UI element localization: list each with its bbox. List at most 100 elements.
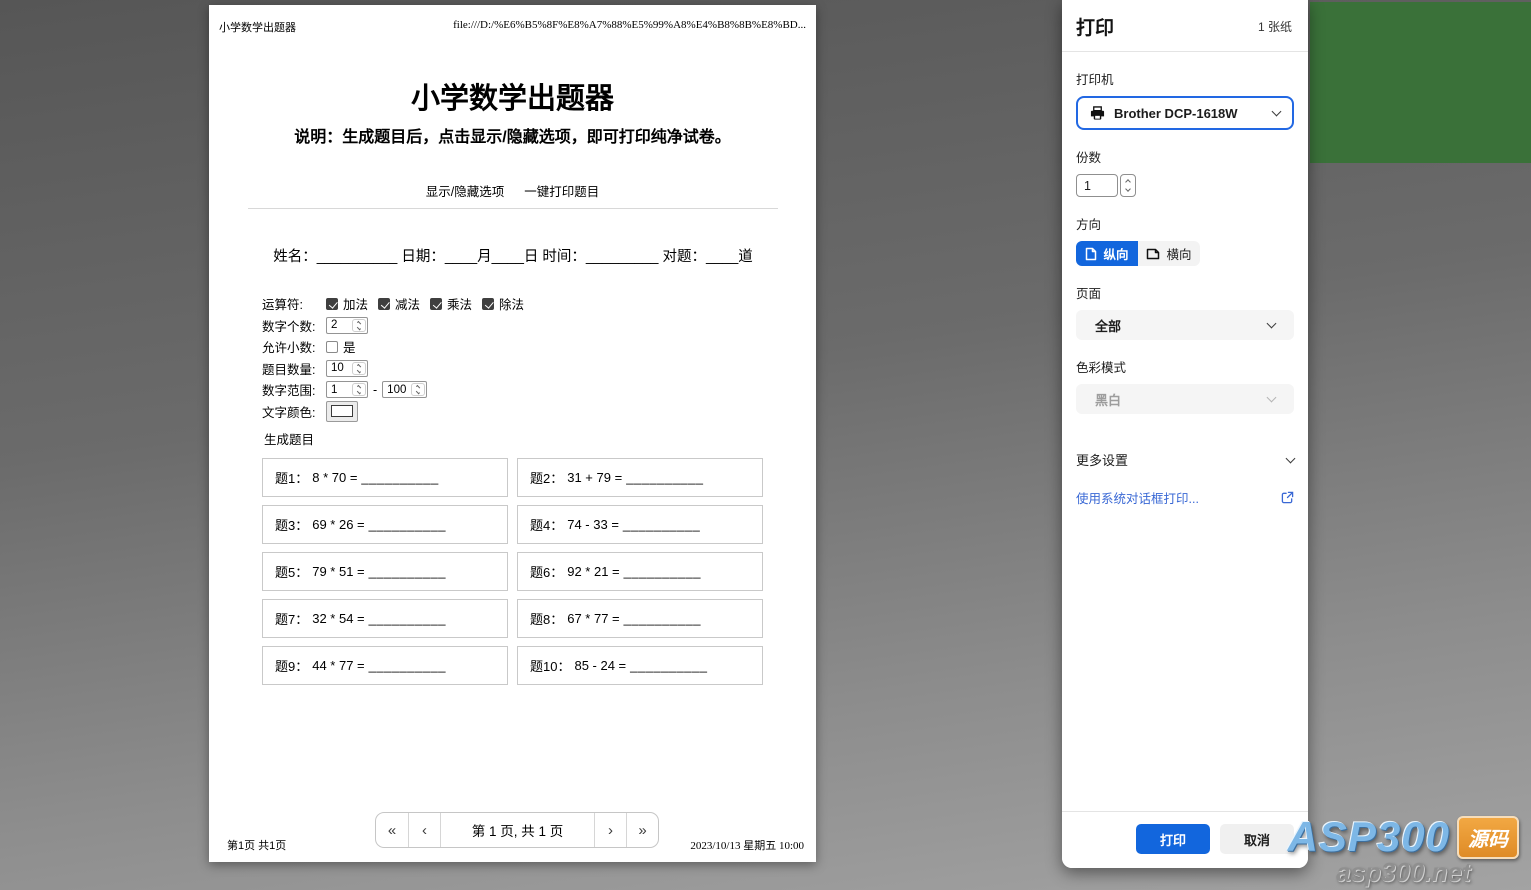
landscape-button[interactable]: 横向 bbox=[1138, 241, 1200, 266]
portrait-label: 纵向 bbox=[1103, 244, 1128, 263]
chevron-down-icon bbox=[1267, 319, 1277, 329]
print-dialog: 打印 1 张纸 打印机 Brother DCP-1618W 份数 1 方向 bbox=[1062, 0, 1308, 868]
print-dialog-title: 打印 bbox=[1076, 13, 1114, 40]
watermark: ASP300 源码 asp300.net bbox=[1288, 813, 1519, 888]
system-dialog-link[interactable]: 使用系统对话框打印... bbox=[1076, 488, 1294, 507]
question-count-label: 题目数量: bbox=[262, 359, 320, 378]
problem-item: 题10： 85 - 24 = __________ bbox=[517, 646, 763, 685]
answer-blank: __________ bbox=[369, 658, 446, 673]
color-mode-dropdown: 黑白 bbox=[1076, 384, 1294, 414]
landscape-label: 横向 bbox=[1166, 244, 1191, 263]
divider bbox=[248, 208, 778, 209]
printer-label: 打印机 bbox=[1076, 69, 1294, 88]
problem-item: 题1： 8 * 70 = __________ bbox=[262, 458, 508, 497]
question-settings-form: 运算符: 加法 减法 乘法 除法 数字个数: 2 bbox=[262, 293, 534, 450]
question-count-value: 10 bbox=[327, 361, 351, 376]
printer-select[interactable]: Brother DCP-1618W bbox=[1076, 96, 1294, 130]
answer-blank: __________ bbox=[361, 470, 438, 485]
multiplication-checkbox bbox=[430, 298, 442, 310]
operator-division: 除法 bbox=[482, 294, 524, 313]
problem-expression: 44 * 77 = bbox=[312, 658, 364, 673]
spinner-buttons-icon bbox=[411, 383, 425, 396]
problem-label: 题5： bbox=[275, 562, 308, 581]
last-page-button: » bbox=[626, 813, 658, 847]
problem-item: 题7： 32 * 54 = __________ bbox=[262, 599, 508, 638]
problem-expression: 8 * 70 = bbox=[312, 470, 357, 485]
color-swatch bbox=[331, 405, 353, 417]
portrait-button[interactable]: 纵向 bbox=[1076, 241, 1138, 266]
answer-blank: __________ bbox=[626, 470, 703, 485]
more-settings-expander[interactable]: 更多设置 bbox=[1076, 450, 1294, 469]
print-header-url: file:///D:/%E6%B5%8F%E8%A7%88%E5%99%A8%E… bbox=[453, 19, 806, 35]
problem-label: 题1： bbox=[275, 468, 308, 487]
problem-expression: 85 - 24 = bbox=[574, 658, 626, 673]
number-range-label: 数字范围: bbox=[262, 380, 320, 399]
range-max-value: 100 bbox=[383, 382, 410, 397]
print-button[interactable]: 打印 bbox=[1136, 824, 1210, 854]
operator-addition: 加法 bbox=[326, 294, 368, 313]
problem-label: 题10： bbox=[530, 656, 570, 675]
generate-row: 生成题目 bbox=[262, 428, 534, 450]
cancel-button[interactable]: 取消 bbox=[1220, 824, 1294, 854]
chevron-down-icon bbox=[1267, 393, 1277, 403]
student-info-line: 姓名：__________ 日期：____月____日 时间：_________… bbox=[248, 245, 778, 266]
print-header: 小学数学出题器 file:///D:/%E6%B5%8F%E8%A7%88%E5… bbox=[219, 19, 806, 35]
pages-dropdown[interactable]: 全部 bbox=[1076, 310, 1294, 340]
digit-count-input: 2 bbox=[326, 317, 368, 334]
copies-input[interactable]: 1 bbox=[1076, 174, 1118, 197]
addition-checkbox bbox=[326, 298, 338, 310]
pages-selected-value: 全部 bbox=[1095, 316, 1268, 335]
problem-item: 题6： 92 * 21 = __________ bbox=[517, 552, 763, 591]
subtraction-label: 减法 bbox=[395, 294, 420, 313]
problem-label: 题8： bbox=[530, 609, 563, 628]
chevron-down-icon bbox=[1286, 453, 1296, 463]
digit-count-value: 2 bbox=[327, 318, 351, 333]
range-min-value: 1 bbox=[327, 382, 351, 397]
orientation-toggle: 纵向 横向 bbox=[1076, 241, 1200, 266]
print-header-doc-title: 小学数学出题器 bbox=[219, 19, 296, 35]
print-dialog-footer: 打印 取消 bbox=[1062, 811, 1308, 868]
text-color-picker bbox=[326, 401, 358, 422]
range-max-input: 100 bbox=[382, 381, 427, 398]
problem-label: 题3： bbox=[275, 515, 308, 534]
range-separator: - bbox=[373, 383, 377, 397]
problem-label: 题9： bbox=[275, 656, 308, 675]
allow-decimal-label: 允许小数: bbox=[262, 337, 320, 356]
system-dialog-label: 使用系统对话框打印... bbox=[1076, 488, 1199, 507]
subtraction-checkbox bbox=[378, 298, 390, 310]
answer-blank: __________ bbox=[630, 658, 707, 673]
addition-label: 加法 bbox=[343, 294, 368, 313]
toggle-options-button: 显示/隐藏选项 bbox=[426, 181, 504, 200]
problem-item: 题5： 79 * 51 = __________ bbox=[262, 552, 508, 591]
problem-item: 题4： 74 - 33 = __________ bbox=[517, 505, 763, 544]
copies-stepper[interactable] bbox=[1120, 174, 1136, 197]
problem-expression: 67 * 77 = bbox=[567, 611, 619, 626]
copies-label: 份数 bbox=[1076, 147, 1294, 166]
watermark-brand: ASP300 bbox=[1288, 813, 1450, 861]
text-color-label: 文字颜色: bbox=[262, 402, 320, 421]
watermark-site: asp300.net bbox=[1288, 857, 1519, 888]
previous-page-button: ‹ bbox=[408, 813, 440, 847]
problem-label: 题6： bbox=[530, 562, 563, 581]
question-count-row: 题目数量: 10 bbox=[262, 358, 534, 380]
allow-decimal-row: 允许小数: 是 bbox=[262, 336, 534, 358]
problem-expression: 92 * 21 = bbox=[567, 564, 619, 579]
page-action-links: 显示/隐藏选项 一键打印题目 bbox=[209, 181, 816, 200]
answer-blank: __________ bbox=[369, 611, 446, 626]
answer-blank: __________ bbox=[624, 564, 701, 579]
problem-label: 题7： bbox=[275, 609, 308, 628]
pages-label: 页面 bbox=[1076, 283, 1294, 302]
problem-item: 题3： 69 * 26 = __________ bbox=[262, 505, 508, 544]
problem-expression: 74 - 33 = bbox=[567, 517, 619, 532]
landscape-page-icon bbox=[1146, 248, 1160, 260]
allow-decimal-option-label: 是 bbox=[343, 337, 356, 356]
spinner-buttons-icon bbox=[352, 383, 366, 396]
color-mode-label: 色彩模式 bbox=[1076, 357, 1294, 376]
page-status: 第 1 页, 共 1 页 bbox=[440, 813, 594, 847]
digit-count-label: 数字个数: bbox=[262, 316, 320, 335]
external-link-icon bbox=[1281, 491, 1294, 504]
page-title: 小学数学出题器 bbox=[209, 75, 816, 117]
generate-questions-button: 生成题目 bbox=[264, 429, 314, 448]
background-green-block bbox=[1310, 2, 1531, 163]
answer-blank: __________ bbox=[369, 517, 446, 532]
